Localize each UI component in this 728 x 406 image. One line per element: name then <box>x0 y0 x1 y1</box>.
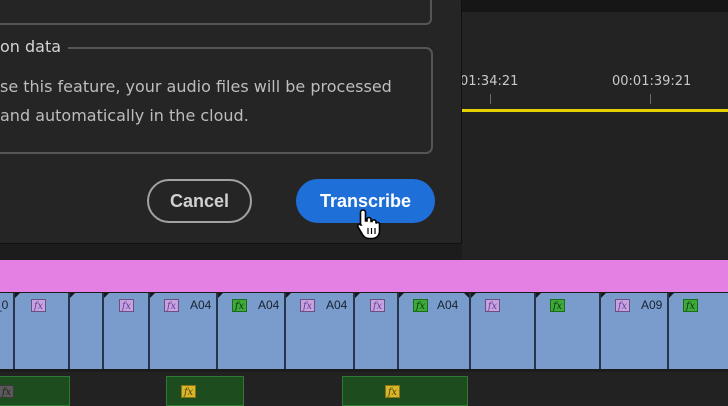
video-track: _0 fx fx fx A04 fx A04 fx A04 fx fx A04 … <box>0 293 728 369</box>
clip-notch <box>471 293 477 299</box>
clip-notch <box>355 293 361 299</box>
clip-notch <box>150 293 156 299</box>
video-clip[interactable] <box>69 293 103 369</box>
fx-badge-icon: fx <box>385 385 400 398</box>
clip-label: A04 <box>326 298 348 312</box>
clip-notch <box>218 293 224 299</box>
clip-label: A04 <box>437 298 459 312</box>
dialog-top-field <box>0 0 432 25</box>
audio-clip[interactable]: fx <box>0 376 70 406</box>
clip-label: _0 <box>0 298 9 312</box>
clip-notch <box>286 293 292 299</box>
fx-badge-icon: fx <box>300 299 315 312</box>
fx-badge-icon: fx <box>485 299 500 312</box>
cancel-button[interactable]: Cancel <box>147 179 252 223</box>
video-clip[interactable]: fx <box>354 293 398 369</box>
video-clip[interactable]: fx <box>470 293 535 369</box>
clip-notch <box>104 293 110 299</box>
fx-badge-icon: fx <box>550 299 565 312</box>
clip-notch <box>70 293 76 299</box>
audio-clip[interactable]: fx <box>342 376 468 406</box>
ruler-timecode-2: 00:01:39:21 <box>612 74 692 89</box>
ruler-tick <box>490 94 491 104</box>
clip-notch <box>15 293 21 299</box>
clip-notch <box>669 293 675 299</box>
video-clip[interactable]: fx A04 <box>217 293 285 369</box>
video-clip[interactable]: fx <box>668 293 728 369</box>
panel-top-strip <box>462 0 728 12</box>
fieldset-description: se this feature, your audio files will b… <box>0 77 392 125</box>
video-clip[interactable]: fx <box>14 293 69 369</box>
video-clip[interactable]: fx A09 <box>600 293 668 369</box>
fx-badge-icon: fx <box>119 299 134 312</box>
video-clip[interactable]: fx <box>535 293 600 369</box>
ruler-tick <box>650 94 651 104</box>
audio-clip[interactable]: fx <box>166 376 244 406</box>
video-clip[interactable]: fx <box>103 293 149 369</box>
clip-label: A09 <box>641 298 663 312</box>
fx-badge-icon: fx <box>413 299 428 312</box>
fieldset-legend: on data <box>0 36 69 58</box>
audio-track: fx fx fx <box>0 372 728 406</box>
clip-notch <box>463 293 469 299</box>
video-clip[interactable]: fx A04 <box>398 293 470 369</box>
clip-label: A04 <box>190 298 212 312</box>
fx-badge-icon: fx <box>181 385 196 398</box>
transcribe-dialog: on data se this feature, your audio file… <box>0 0 462 244</box>
clip-notch <box>536 293 542 299</box>
fx-badge-icon: fx <box>232 299 247 312</box>
fx-badge-icon: fx <box>683 299 698 312</box>
video-clip[interactable]: fx A04 <box>149 293 217 369</box>
fx-badge-icon: fx <box>370 299 385 312</box>
clip-notch <box>601 293 607 299</box>
ruler-timecode-1: 01:34:21 <box>460 74 519 89</box>
ruler-lower-area <box>462 116 728 260</box>
marker-track[interactable] <box>0 260 728 292</box>
video-clip[interactable]: fx A04 <box>285 293 354 369</box>
clip-label: A04 <box>258 298 280 312</box>
timeline-ruler-panel: 01:34:21 00:01:39:21 <box>460 0 728 260</box>
hand-cursor-icon <box>356 209 381 240</box>
work-area-bar[interactable] <box>462 109 728 112</box>
fx-badge-icon: fx <box>615 299 630 312</box>
fx-badge-icon: fx <box>31 299 46 312</box>
clip-notch <box>399 293 405 299</box>
fx-badge-icon: fx <box>0 385 14 398</box>
fx-badge-icon: fx <box>164 299 179 312</box>
video-clip[interactable]: _0 <box>0 293 14 369</box>
